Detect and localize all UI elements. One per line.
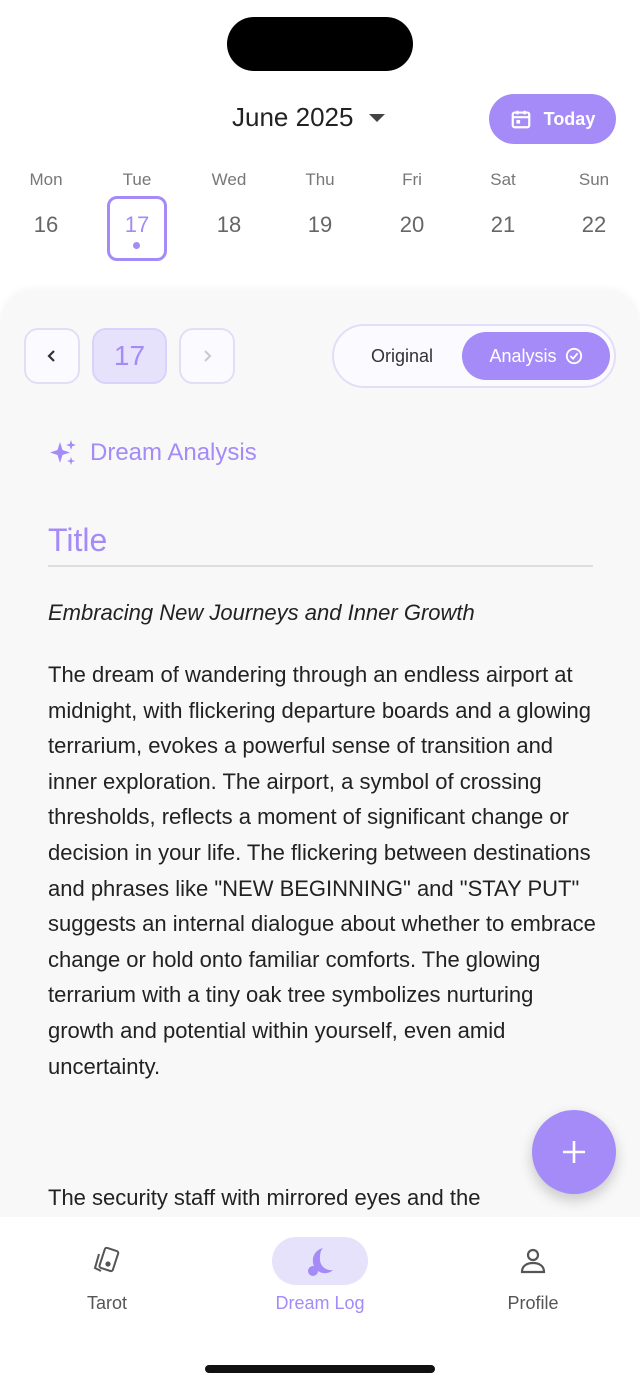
tab-label: Profile (507, 1293, 559, 1313)
month-header: June 2025 Today (0, 94, 640, 144)
day-mon[interactable]: Mon 16 (16, 170, 76, 238)
sparkles-icon (50, 440, 76, 465)
tab-label: Tarot (86, 1293, 128, 1313)
month-picker[interactable]: June 2025 (232, 102, 386, 133)
add-entry-button[interactable] (532, 1110, 616, 1194)
day-date: 17 (124, 212, 150, 237)
camera-notch (227, 17, 413, 71)
analysis-paragraph: The dream of wandering through an endles… (48, 662, 596, 1079)
tab-icon-wrap (272, 1237, 368, 1285)
check-circle-icon (565, 347, 582, 365)
title-heading: Title (48, 522, 108, 558)
entry-sheet: 17 Original Analysis Dream Analysis Titl… (0, 290, 640, 1217)
day-fri[interactable]: Fri 20 (382, 170, 442, 238)
home-indicator (205, 1365, 435, 1373)
current-entry-day: 17 (92, 328, 167, 384)
day-tue[interactable]: Tue 17 (107, 170, 167, 261)
day-name: Wed (211, 170, 247, 189)
section-label: Dream Analysis (90, 439, 257, 466)
day-date: 22 (581, 212, 607, 237)
tab-dream-log[interactable]: Dream Log (250, 1237, 390, 1314)
week-strip: Mon 16 Tue 17 Wed 18 Thu 19 Fri 20 Sat 2… (0, 170, 640, 265)
caret-down-icon (369, 113, 386, 122)
day-name: Mon (29, 170, 63, 189)
chevron-left-icon (47, 350, 55, 362)
analysis-paragraph-next: The security staff with mirrored eyes an… (48, 1185, 481, 1210)
day-name: Fri (402, 170, 422, 189)
analysis-tab[interactable]: Analysis (462, 332, 610, 380)
original-tab[interactable]: Original (340, 332, 464, 380)
day-date: 20 (399, 212, 425, 237)
tab-icon-wrap (485, 1237, 581, 1285)
analysis-tab-label: Analysis (489, 345, 557, 366)
day-date: 19 (307, 212, 333, 237)
day-name: Sat (490, 170, 516, 189)
bottom-tab-bar: Tarot Dream Log Profile (0, 1217, 640, 1387)
today-label: Today (543, 108, 596, 129)
tab-label: Dream Log (275, 1293, 365, 1313)
calendar-icon (511, 110, 531, 129)
day-name: Tue (122, 170, 152, 189)
tab-icon-wrap (59, 1237, 155, 1285)
moon-icon (308, 1248, 333, 1276)
view-toggle: Original Analysis (332, 324, 616, 388)
title-divider (48, 565, 593, 567)
next-entry-button[interactable] (179, 328, 235, 384)
day-wed[interactable]: Wed 18 (199, 170, 259, 238)
today-button[interactable]: Today (489, 94, 616, 144)
entry-dot-indicator (133, 242, 140, 249)
day-sat[interactable]: Sat 21 (473, 170, 533, 238)
dream-title: Embracing New Journeys and Inner Growth (48, 600, 475, 625)
person-icon (520, 1248, 546, 1274)
day-sun[interactable]: Sun 22 (564, 170, 624, 238)
tab-tarot[interactable]: Tarot (37, 1237, 177, 1314)
plus-icon (563, 1141, 585, 1163)
day-name: Sun (578, 170, 610, 189)
day-name: Thu (305, 170, 335, 189)
prev-entry-button[interactable] (24, 328, 80, 384)
month-label: June 2025 (232, 102, 354, 132)
day-date: 21 (490, 212, 516, 237)
day-date: 18 (216, 212, 242, 237)
chevron-right-icon (204, 350, 212, 362)
day-date: 16 (33, 212, 59, 237)
tarot-cards-icon (93, 1246, 120, 1273)
tab-profile[interactable]: Profile (463, 1237, 603, 1314)
dream-analysis-header: Dream Analysis (48, 438, 257, 468)
day-thu[interactable]: Thu 19 (290, 170, 350, 238)
